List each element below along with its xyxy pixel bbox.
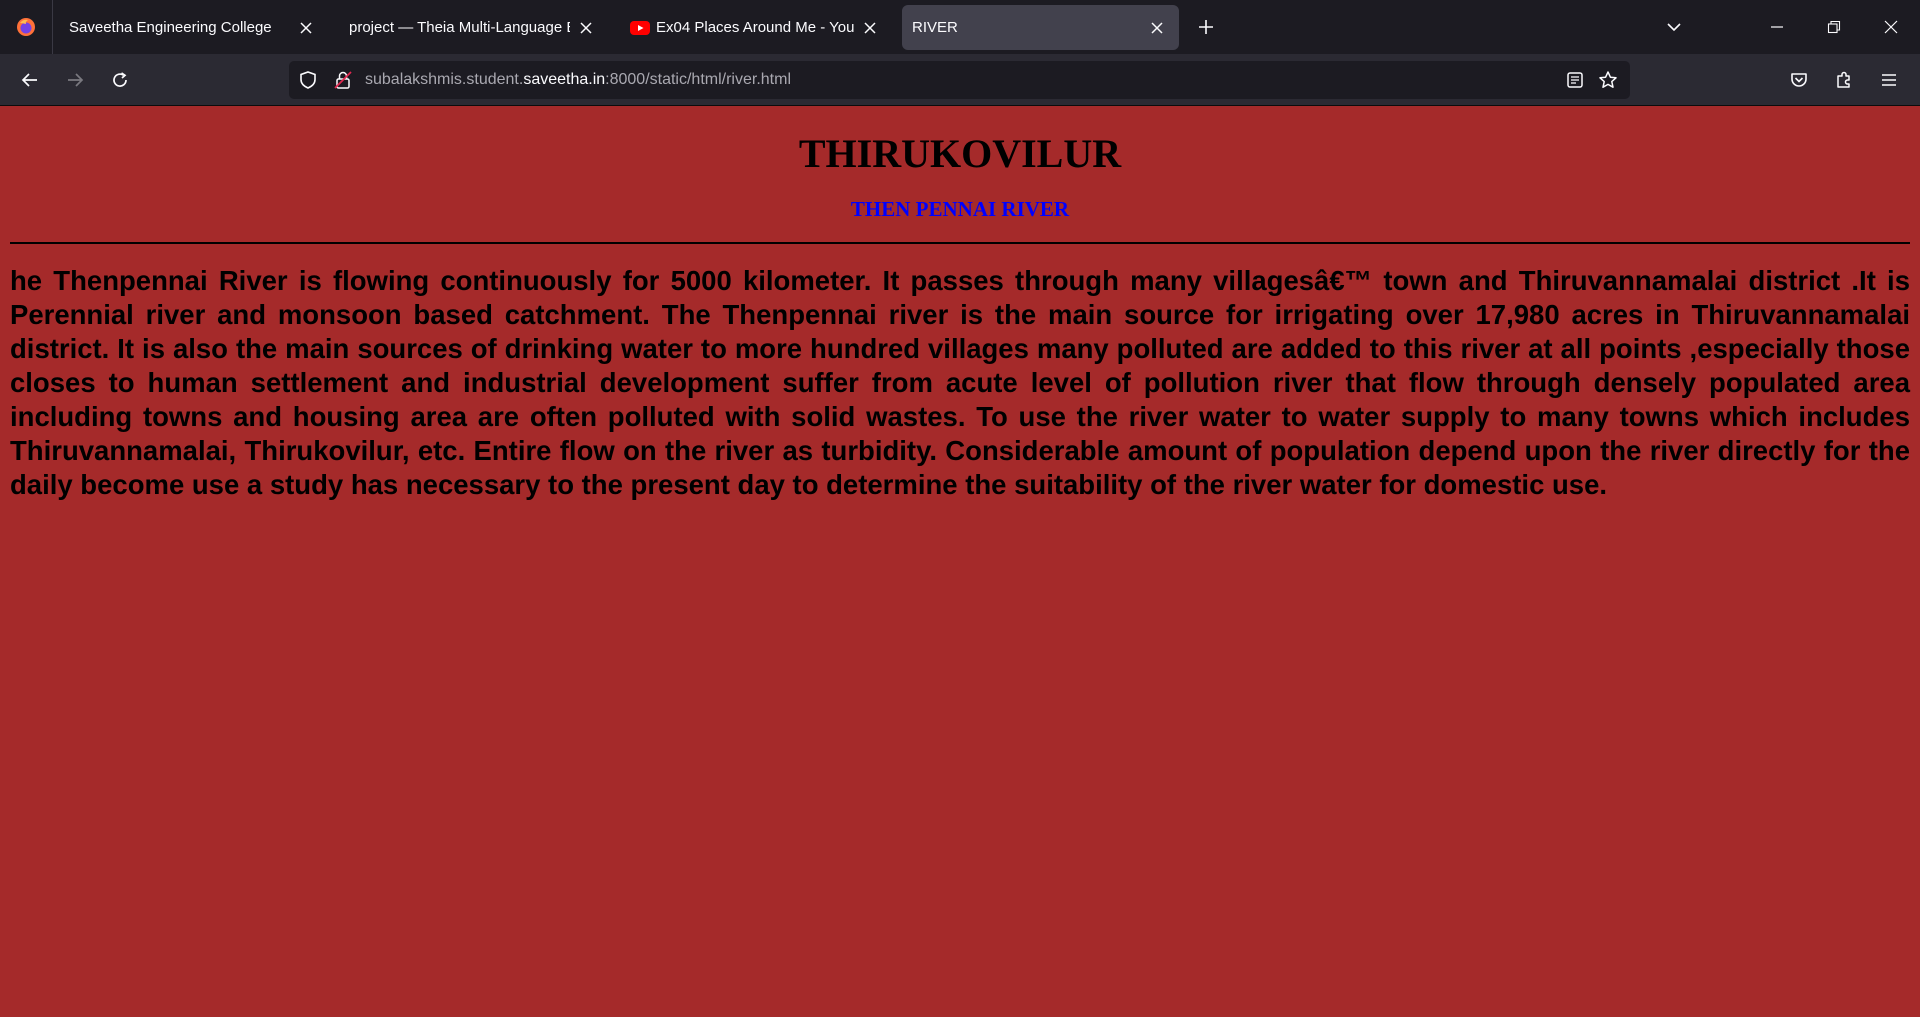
extensions-button[interactable] xyxy=(1829,65,1859,95)
url-domain: saveetha.in xyxy=(523,71,606,88)
tab-label: Saveetha Engineering College xyxy=(69,19,272,36)
chevron-down-icon xyxy=(1667,23,1681,32)
puzzle-piece-icon xyxy=(1837,71,1850,88)
web-page: THIRUKOVILUR THEN PENNAI RIVER he Thenpe… xyxy=(0,107,1920,1017)
url-path: :8000/static/html/river.html xyxy=(605,71,791,88)
tab-river[interactable]: RIVER xyxy=(902,5,1179,50)
app-menu-button[interactable] xyxy=(1874,65,1904,95)
close-icon[interactable] xyxy=(296,18,316,38)
close-icon[interactable] xyxy=(860,18,880,38)
hamburger-menu-icon xyxy=(1882,74,1896,86)
pocket-button[interactable] xyxy=(1784,65,1814,95)
list-all-tabs-button[interactable] xyxy=(1660,13,1688,41)
close-icon[interactable] xyxy=(1147,18,1167,38)
restore-button[interactable] xyxy=(1819,12,1849,42)
reader-view-icon[interactable] xyxy=(1565,70,1585,95)
tracking-protection-shield-icon[interactable] xyxy=(298,70,318,95)
tab-label: Ex04 Places Around Me - YouTu xyxy=(656,19,854,36)
plus-icon xyxy=(1199,20,1213,34)
tab-youtube[interactable]: Ex04 Places Around Me - YouTu xyxy=(614,5,892,50)
navigation-toolbar: subalakshmis.student.saveetha.in:8000/st… xyxy=(0,54,1920,106)
firefox-menu-icon[interactable] xyxy=(0,0,53,54)
new-tab-button[interactable] xyxy=(1192,13,1220,41)
reload-icon xyxy=(113,72,127,87)
close-window-button[interactable] xyxy=(1876,12,1906,42)
tab-strip: Saveetha Engineering College project — T… xyxy=(0,0,1920,54)
page-subtitle: THEN PENNAI RIVER xyxy=(850,197,1070,221)
url-subdomain: subalakshmis.student. xyxy=(365,71,524,88)
insecure-lock-icon[interactable] xyxy=(333,70,353,95)
tab-theia-project[interactable]: project — Theia Multi-Language Ex xyxy=(334,5,608,50)
reload-button[interactable] xyxy=(105,65,135,95)
restore-icon xyxy=(1827,20,1841,34)
url-text[interactable]: subalakshmis.student.saveetha.in:8000/st… xyxy=(365,71,791,89)
pocket-icon xyxy=(1791,73,1807,87)
horizontal-divider xyxy=(10,242,1910,244)
address-bar[interactable]: subalakshmis.student.saveetha.in:8000/st… xyxy=(289,61,1630,99)
tab-label: RIVER xyxy=(912,19,958,36)
arrow-right-icon xyxy=(68,73,84,87)
river-description-paragraph: he Thenpennai River is flowing continuou… xyxy=(10,265,1910,500)
back-button[interactable] xyxy=(15,65,45,95)
close-icon xyxy=(1884,20,1898,34)
close-icon[interactable] xyxy=(576,18,596,38)
page-title: THIRUKOVILUR xyxy=(798,131,1122,176)
minimize-button[interactable] xyxy=(1762,12,1792,42)
forward-button[interactable] xyxy=(60,65,90,95)
bookmark-star-icon[interactable] xyxy=(1598,70,1618,95)
tab-label: project — Theia Multi-Language Ex xyxy=(349,19,570,36)
minimize-icon xyxy=(1771,26,1783,28)
youtube-icon xyxy=(630,20,650,35)
arrow-left-icon xyxy=(21,73,37,87)
tab-saveetha[interactable]: Saveetha Engineering College xyxy=(54,5,328,50)
